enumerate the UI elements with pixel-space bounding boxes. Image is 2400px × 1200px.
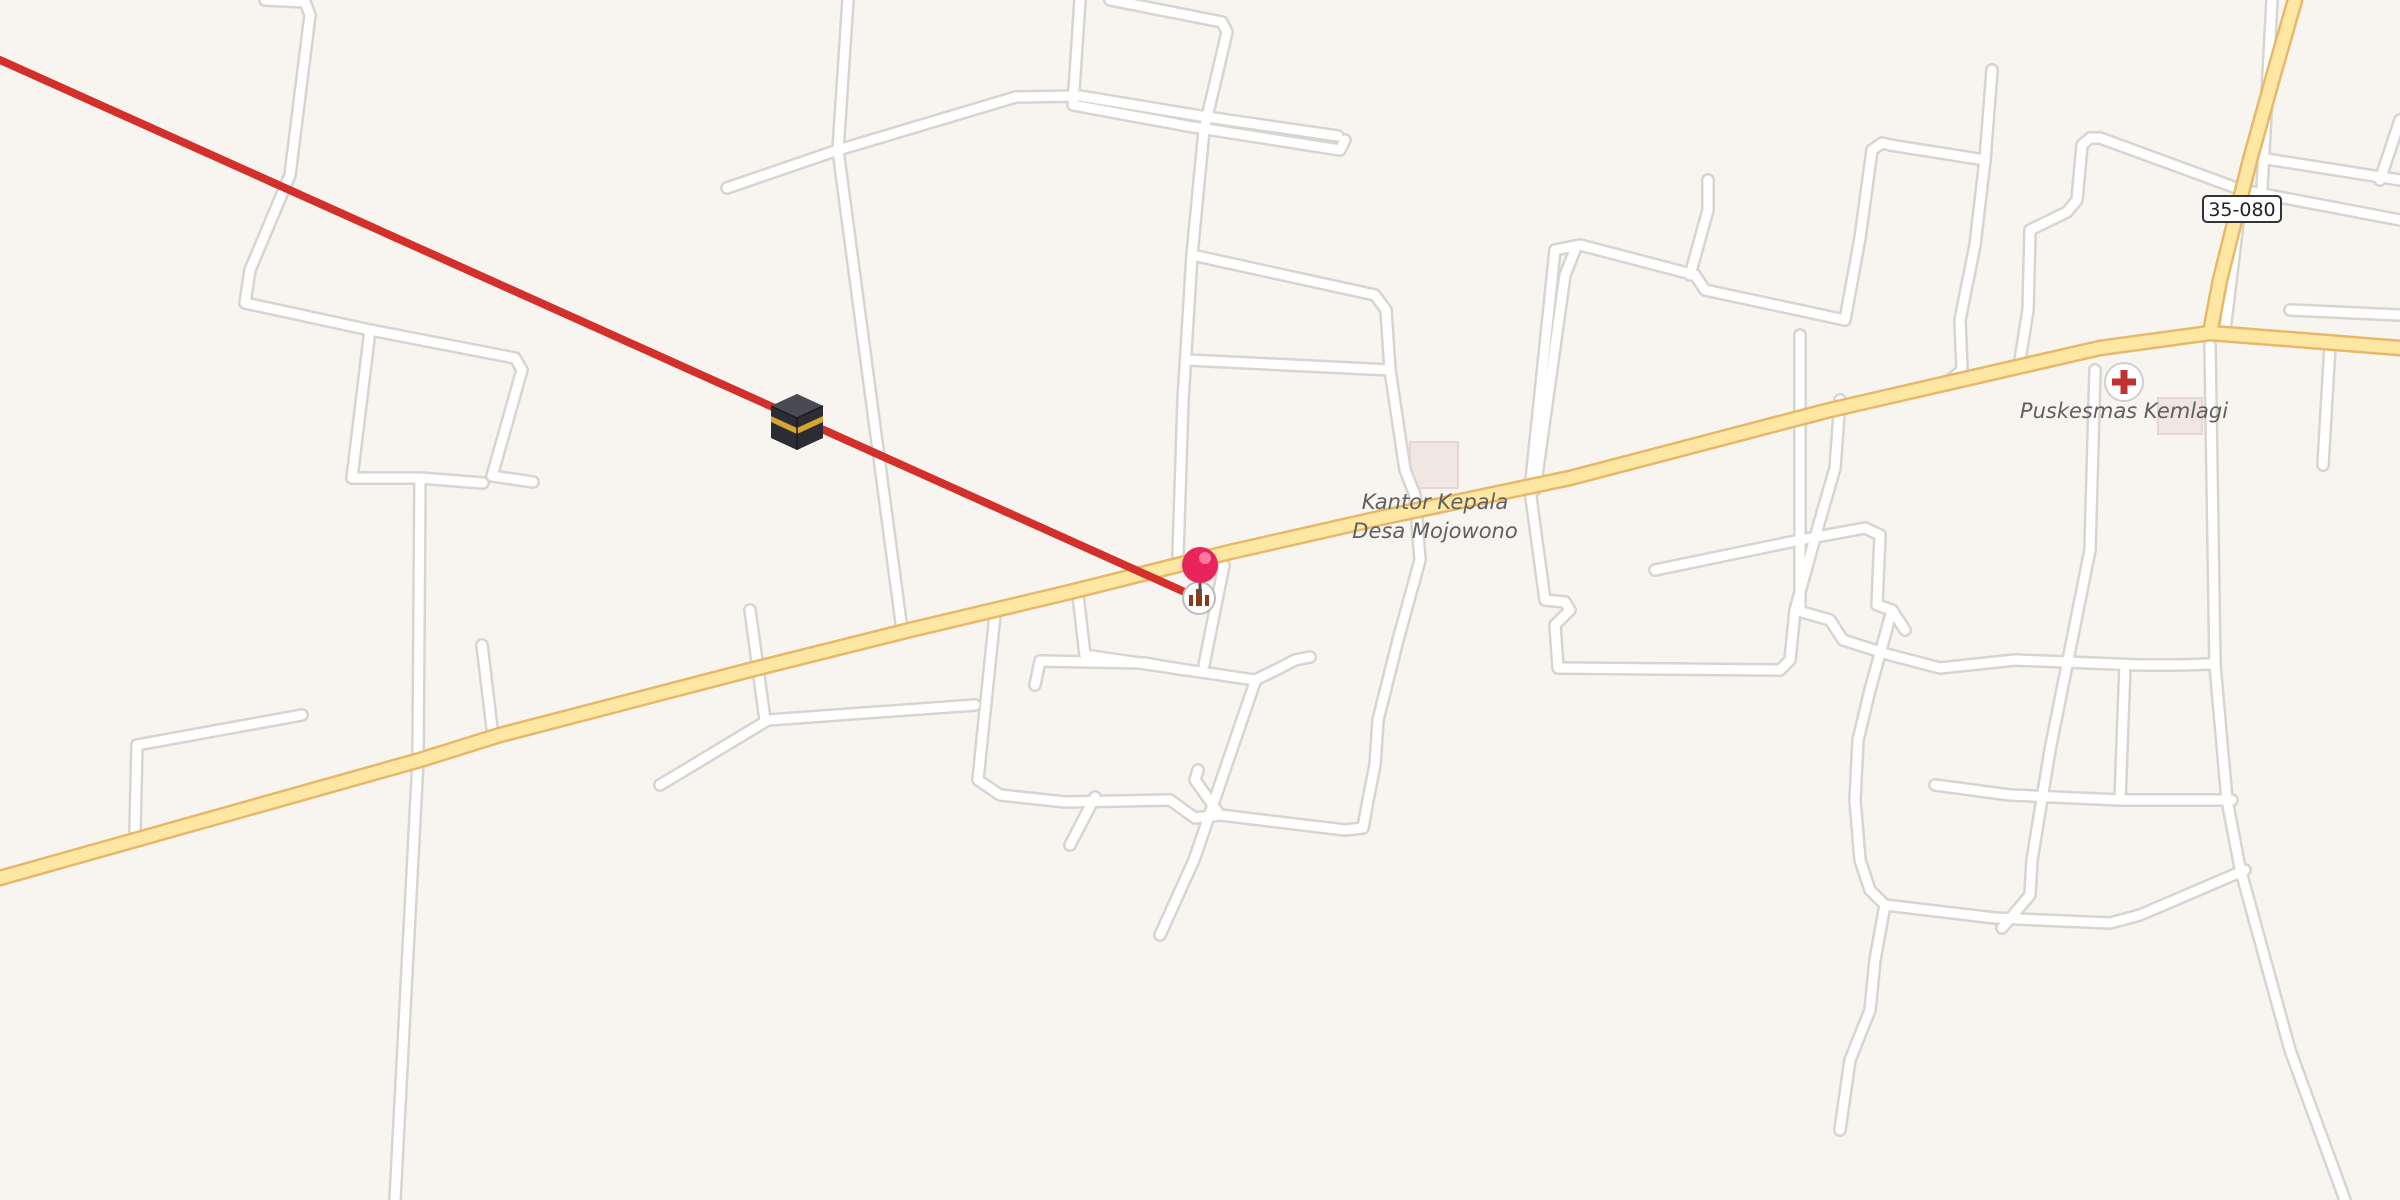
hospital-icon[interactable] bbox=[2104, 362, 2144, 402]
place-label-line: Kantor Kepala bbox=[1362, 490, 1508, 514]
place-label-line: Desa Mojowono bbox=[1352, 519, 1517, 543]
place-label-line: Puskesmas Kemlagi bbox=[2020, 399, 2228, 423]
place-label-puskesmas-kemlagi: Puskesmas Kemlagi bbox=[2020, 399, 2228, 423]
map-canvas[interactable]: 35-080 Kantor Kepala Desa Mojowono Puske… bbox=[0, 0, 2400, 1200]
road-shield: 35-080 bbox=[2202, 195, 2282, 223]
road-shield-label: 35-080 bbox=[2208, 199, 2275, 221]
